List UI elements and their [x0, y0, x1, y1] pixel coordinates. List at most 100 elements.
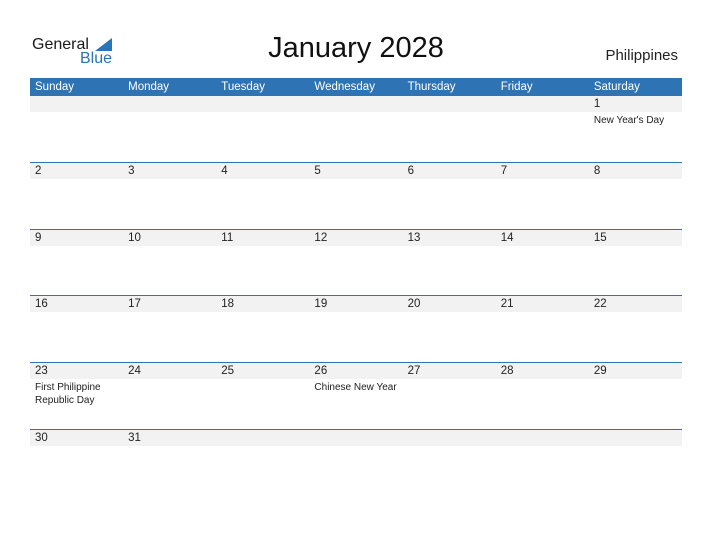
weekday-tuesday: Tuesday: [221, 81, 265, 93]
day-cell: 23 First Philippine Republic Day: [30, 363, 124, 429]
date-band: [30, 230, 124, 246]
day-cell: [495, 96, 589, 162]
day-cell: [309, 96, 403, 162]
week-row: 1 New Year's Day: [30, 96, 682, 162]
day-cell: 22: [588, 296, 682, 362]
day-number: 13: [407, 232, 421, 244]
date-band: [123, 96, 217, 112]
date-band: [216, 430, 310, 446]
day-number: 29: [593, 365, 607, 377]
day-number: 2: [35, 165, 42, 177]
day-number: 19: [314, 298, 328, 310]
day-cell: 21: [495, 296, 589, 362]
day-cell: [30, 96, 124, 162]
holiday-label: First Philippine Republic Day: [35, 382, 101, 406]
weekday-thursday: Thursday: [407, 81, 456, 93]
day-cell: 25: [216, 363, 310, 429]
day-cell: 15: [588, 230, 682, 296]
day-number: 12: [314, 232, 328, 244]
day-cell: 20: [402, 296, 496, 362]
day-cell: 7: [495, 163, 589, 229]
weekday-wednesday: Wednesday: [314, 81, 375, 93]
day-cell: 5: [309, 163, 403, 229]
date-band: [402, 96, 496, 112]
day-cell: 3: [123, 163, 217, 229]
day-number: 21: [500, 298, 514, 310]
day-cell: [495, 430, 589, 496]
date-band: [402, 163, 496, 179]
day-number: 22: [593, 298, 607, 310]
day-cell: [216, 430, 310, 496]
day-cell: [402, 430, 496, 496]
day-number: 26: [314, 365, 328, 377]
date-band: [216, 96, 310, 112]
date-band: [402, 430, 496, 446]
day-number: 30: [35, 432, 48, 444]
day-cell: [402, 96, 496, 162]
day-cell: 29: [588, 363, 682, 429]
day-cell: 14: [495, 230, 589, 296]
day-cell: 17: [123, 296, 217, 362]
date-band: [495, 430, 589, 446]
date-band: [216, 163, 310, 179]
day-cell: 11: [216, 230, 310, 296]
day-cell: 8: [588, 163, 682, 229]
date-band: [309, 96, 403, 112]
weekday-friday: Friday: [500, 81, 533, 93]
week-row: 16 17 18 19 20 21 22: [30, 295, 682, 362]
date-band: [309, 163, 403, 179]
date-band: [588, 430, 682, 446]
day-cell: 27: [402, 363, 496, 429]
day-number: 11: [221, 232, 234, 244]
day-cell: 30: [30, 430, 124, 496]
day-cell: [216, 96, 310, 162]
weekday-sunday: Sunday: [35, 81, 75, 93]
date-band: [588, 163, 682, 179]
day-number: 31: [128, 432, 141, 444]
day-number: 24: [128, 365, 141, 377]
day-number: 18: [221, 298, 235, 310]
day-cell: 16: [30, 296, 124, 362]
weekday-monday: Monday: [128, 81, 170, 93]
day-number: 5: [314, 165, 321, 177]
day-number: 28: [500, 365, 514, 377]
day-cell: 9: [30, 230, 124, 296]
day-cell: 10: [123, 230, 217, 296]
date-band: [588, 96, 682, 112]
day-number: 1: [593, 98, 601, 110]
week-row: 23 First Philippine Republic Day 24 25 26 Chi…: [30, 362, 682, 429]
day-cell: [309, 430, 403, 496]
day-number: 15: [593, 232, 607, 244]
day-number: 20: [407, 298, 421, 310]
day-cell: 26 Chinese New Year: [309, 363, 403, 429]
day-number: 14: [500, 232, 514, 244]
day-number: 25: [221, 365, 235, 377]
weekday-header: Sunday Monday Tuesday Wednesday Thursday…: [30, 78, 682, 96]
day-cell: 1 New Year's Day: [588, 96, 682, 162]
day-number: 6: [407, 165, 414, 177]
week-row: 30 31: [30, 429, 682, 496]
day-cell: 12: [309, 230, 403, 296]
country-label: Philippines: [605, 47, 678, 64]
week-row: 2 3 4 5 6 7 8: [30, 162, 682, 229]
day-number: 9: [35, 232, 42, 244]
day-number: 27: [407, 365, 421, 377]
day-number: 7: [500, 165, 508, 177]
day-cell: 13: [402, 230, 496, 296]
day-number: 8: [593, 165, 601, 177]
holiday-label: New Year's Day: [593, 115, 665, 126]
holiday-label: Chinese New Year: [314, 382, 397, 393]
day-cell: 24: [123, 363, 217, 429]
day-number: 16: [35, 298, 48, 310]
day-cell: [123, 96, 217, 162]
date-band: [495, 96, 589, 112]
day-number: 10: [128, 232, 141, 244]
day-cell: 4: [216, 163, 310, 229]
day-cell: 28: [495, 363, 589, 429]
day-number: 23: [35, 365, 48, 377]
day-cell: 31: [123, 430, 217, 496]
date-band: [495, 163, 589, 179]
date-band: [30, 96, 124, 112]
week-row: 9 10 11 12 13 14 15: [30, 229, 682, 296]
day-number: 3: [128, 165, 135, 177]
